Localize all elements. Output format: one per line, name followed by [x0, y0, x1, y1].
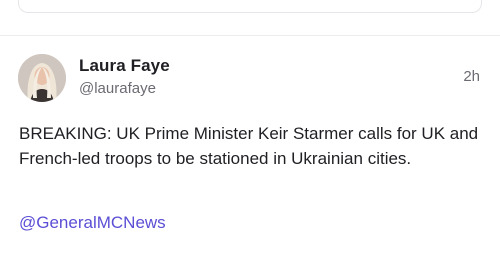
post-timestamp[interactable]: 2h — [463, 68, 480, 85]
avatar[interactable] — [18, 54, 66, 102]
post-body-text: BREAKING: UK Prime Minister Keir Starmer… — [19, 124, 479, 168]
mention-link[interactable]: @GeneralMCNews — [19, 213, 166, 233]
feed: Laura Faye @laurafaye 2h BREAKING: UK Pr… — [0, 0, 500, 253]
post-card[interactable]: Laura Faye @laurafaye 2h BREAKING: UK Pr… — [0, 36, 500, 253]
author-handle[interactable]: @laurafaye — [79, 80, 156, 97]
previous-post-card[interactable] — [18, 0, 482, 13]
author-display-name[interactable]: Laura Faye — [79, 56, 170, 76]
avatar-photo-icon — [18, 54, 66, 102]
